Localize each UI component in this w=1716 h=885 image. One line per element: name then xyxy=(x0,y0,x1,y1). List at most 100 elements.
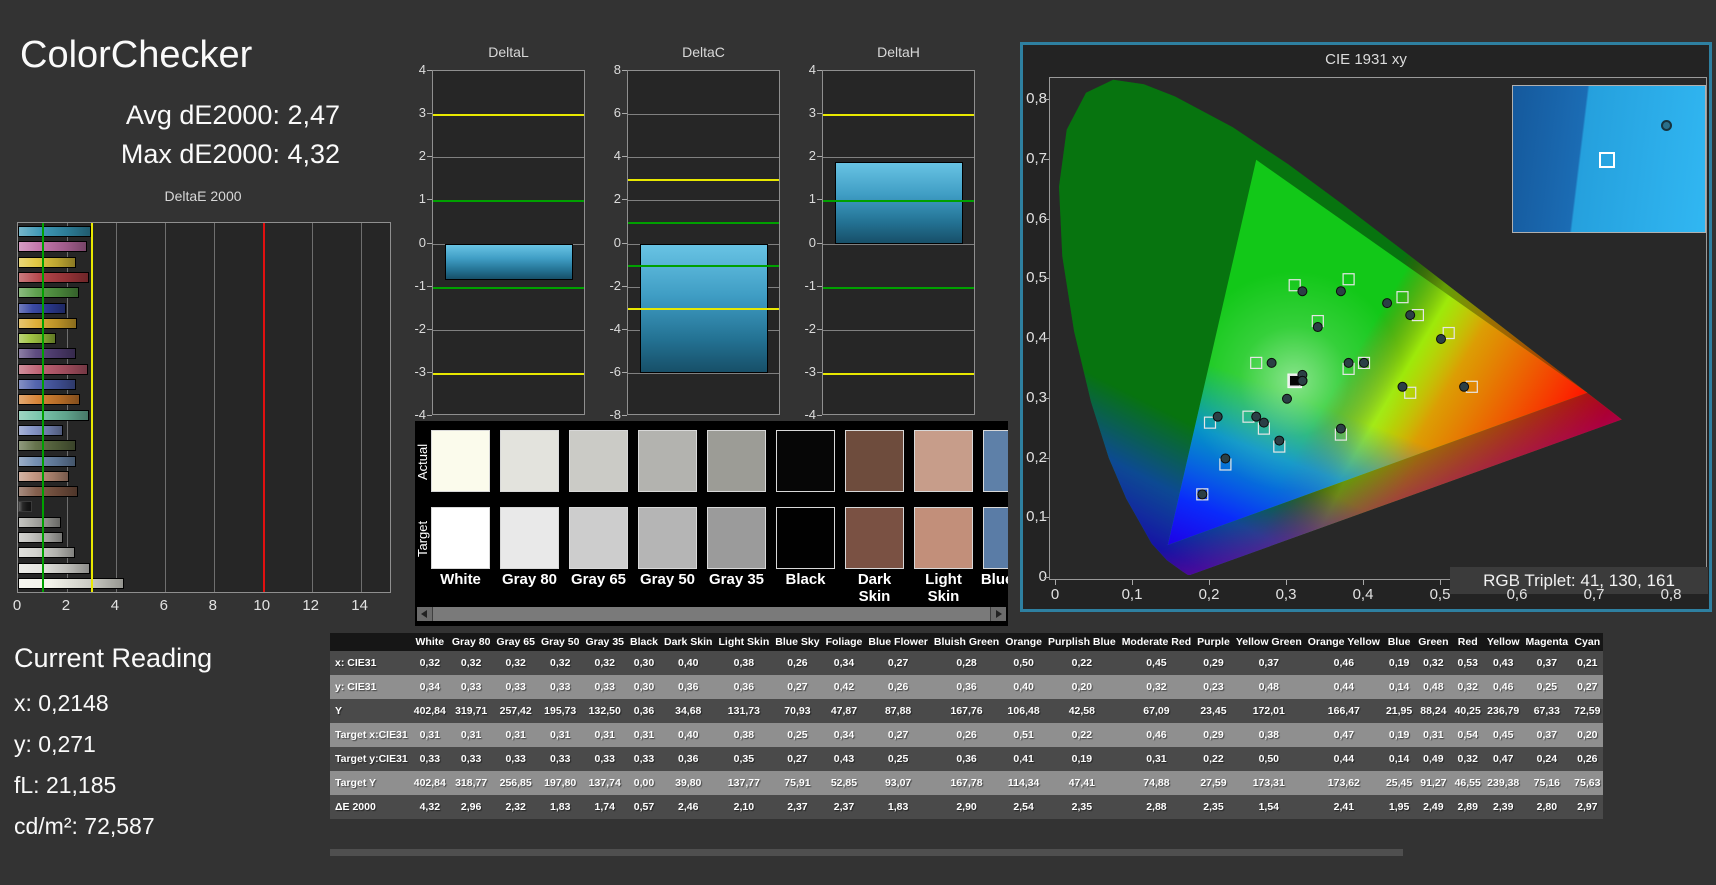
inset-measured-dot-icon xyxy=(1661,120,1672,131)
table-cell: 2,37 xyxy=(833,801,855,813)
delta-chart-title: DeltaH xyxy=(877,44,920,60)
actual-swatch-black xyxy=(776,430,835,492)
table-cell: 0,51 xyxy=(1013,729,1034,741)
table-cell: 40,25 xyxy=(1454,705,1481,717)
measured-dot-foliage xyxy=(1312,322,1323,333)
table-scrollbar[interactable] xyxy=(330,849,1403,856)
cie-x-tick-label: 0,7 xyxy=(1583,586,1605,603)
deltae2000-chart-title: DeltaE 2000 xyxy=(164,188,242,204)
table-cell: 0,27 xyxy=(887,657,909,669)
deltae-bar-red xyxy=(18,271,89,283)
measured-dot-blue-sky xyxy=(1251,411,1262,422)
measured-dot-gray-35 xyxy=(1297,375,1308,386)
table-cell: 137,77 xyxy=(727,777,760,789)
table-cell: 2,97 xyxy=(1577,801,1598,813)
table-cell: 2,37 xyxy=(787,801,808,813)
table-cell: 0,36 xyxy=(678,681,699,693)
table-cell: 0,25 xyxy=(1536,681,1558,693)
deltae-bar-blue-sky xyxy=(18,455,76,467)
swatch-label: Blue Sky xyxy=(980,571,1008,588)
delta-chart-deltal xyxy=(432,70,585,415)
table-cell: 0,32 xyxy=(1457,681,1478,693)
measured-dot-bluish-green xyxy=(1266,357,1277,368)
column-header: Blue Flower xyxy=(865,633,931,651)
measured-dot-magenta xyxy=(1335,423,1346,434)
table-cell: 0,33 xyxy=(505,681,526,693)
column-header: Red xyxy=(1451,633,1484,651)
scroll-right-button[interactable] xyxy=(991,607,1006,621)
actual-swatch-white xyxy=(431,430,490,492)
gridline xyxy=(433,329,584,331)
cie-zoom-inset xyxy=(1512,85,1706,233)
table-cell: 0,54 xyxy=(1457,729,1478,741)
delta-chart-title: DeltaL xyxy=(488,44,529,60)
table-cell: 2,35 xyxy=(1071,801,1093,813)
table-cell: 0,32 xyxy=(1457,753,1478,765)
table-cell: 0,57 xyxy=(633,801,655,813)
swatch-scrollbar[interactable] xyxy=(417,607,1006,621)
column-header: Green xyxy=(1415,633,1452,651)
column-header: Blue xyxy=(1382,633,1416,651)
table-cell: 0,32 xyxy=(460,657,482,669)
table-cell: 1,74 xyxy=(594,801,615,813)
measured-dot-red xyxy=(1459,381,1470,392)
table-cell: 75,91 xyxy=(784,777,811,789)
table-cell: 0,31 xyxy=(1146,753,1167,765)
target-swatch-white xyxy=(431,507,490,569)
gridline xyxy=(628,157,779,159)
target-line-green xyxy=(628,265,779,268)
tick-mark xyxy=(817,415,822,416)
table-cell: 257,42 xyxy=(499,705,532,717)
reading-x: x: 0,2148 xyxy=(14,690,109,716)
table-cell: 0,41 xyxy=(1013,753,1034,765)
deltae-bar-moderate-red xyxy=(18,363,89,375)
tick-mark xyxy=(1517,580,1518,585)
swatch-label: Light Skin xyxy=(925,571,962,605)
current-reading-title: Current Reading xyxy=(14,643,213,673)
tick-mark xyxy=(1286,580,1287,585)
column-header: Black xyxy=(627,633,662,651)
tick-mark xyxy=(1055,580,1056,585)
scroll-left-button[interactable] xyxy=(417,607,432,621)
measured-dot-orange-yellow xyxy=(1405,310,1416,321)
actual-swatch-light-skin xyxy=(914,430,973,492)
measured-dot-blue xyxy=(1197,489,1208,500)
table-cell: 1,95 xyxy=(1388,801,1410,813)
x-tick-label: 6 xyxy=(159,597,168,614)
table-cell: 23,45 xyxy=(1200,705,1227,717)
table-cell: 0,31 xyxy=(549,729,571,741)
table-cell: 2,90 xyxy=(956,801,977,813)
table-cell: 0,00 xyxy=(633,777,655,789)
column-header: Dark Skin xyxy=(661,633,716,651)
measured-dot-yellow xyxy=(1382,298,1393,309)
table-cell: 52,85 xyxy=(830,777,858,789)
row-label: Target y:CIE31 xyxy=(335,753,408,765)
table-cell: 0,22 xyxy=(1071,729,1093,741)
tick-mark xyxy=(1044,397,1049,399)
table-cell: 0,20 xyxy=(1071,681,1093,693)
table-cell: 173,62 xyxy=(1327,777,1360,789)
tick-mark xyxy=(1132,580,1133,585)
table-corner-cell xyxy=(330,633,411,651)
table-cell: 0,32 xyxy=(594,657,615,669)
tick-mark xyxy=(1044,278,1049,280)
y-tick-label: 0 xyxy=(808,234,816,250)
deltae-bar-blue-flower xyxy=(18,424,63,436)
y-tick-label: 4 xyxy=(418,62,426,77)
deltae-bar-dark-skin xyxy=(18,486,79,498)
row-label: Target x:CIE31 xyxy=(335,729,408,741)
scrollbar-thumb[interactable] xyxy=(433,607,990,621)
table-cell: 256,85 xyxy=(499,777,532,789)
table-cell: 0,46 xyxy=(1146,729,1167,741)
table-cell: 0,35 xyxy=(733,753,755,765)
y-tick-label: -2 xyxy=(804,320,816,336)
delta-chart-deltah xyxy=(822,70,975,415)
row-label: Target Y xyxy=(335,777,377,789)
y-tick-label: -2 xyxy=(414,320,426,336)
target-swatch-gray-50 xyxy=(638,507,697,569)
table-cell: 0,44 xyxy=(1333,753,1355,765)
table-cell: 4,32 xyxy=(419,801,441,813)
y-tick-label: 4 xyxy=(613,148,621,164)
row-label: y: CIE31 xyxy=(335,681,377,693)
table-cell: 0,32 xyxy=(1146,681,1167,693)
